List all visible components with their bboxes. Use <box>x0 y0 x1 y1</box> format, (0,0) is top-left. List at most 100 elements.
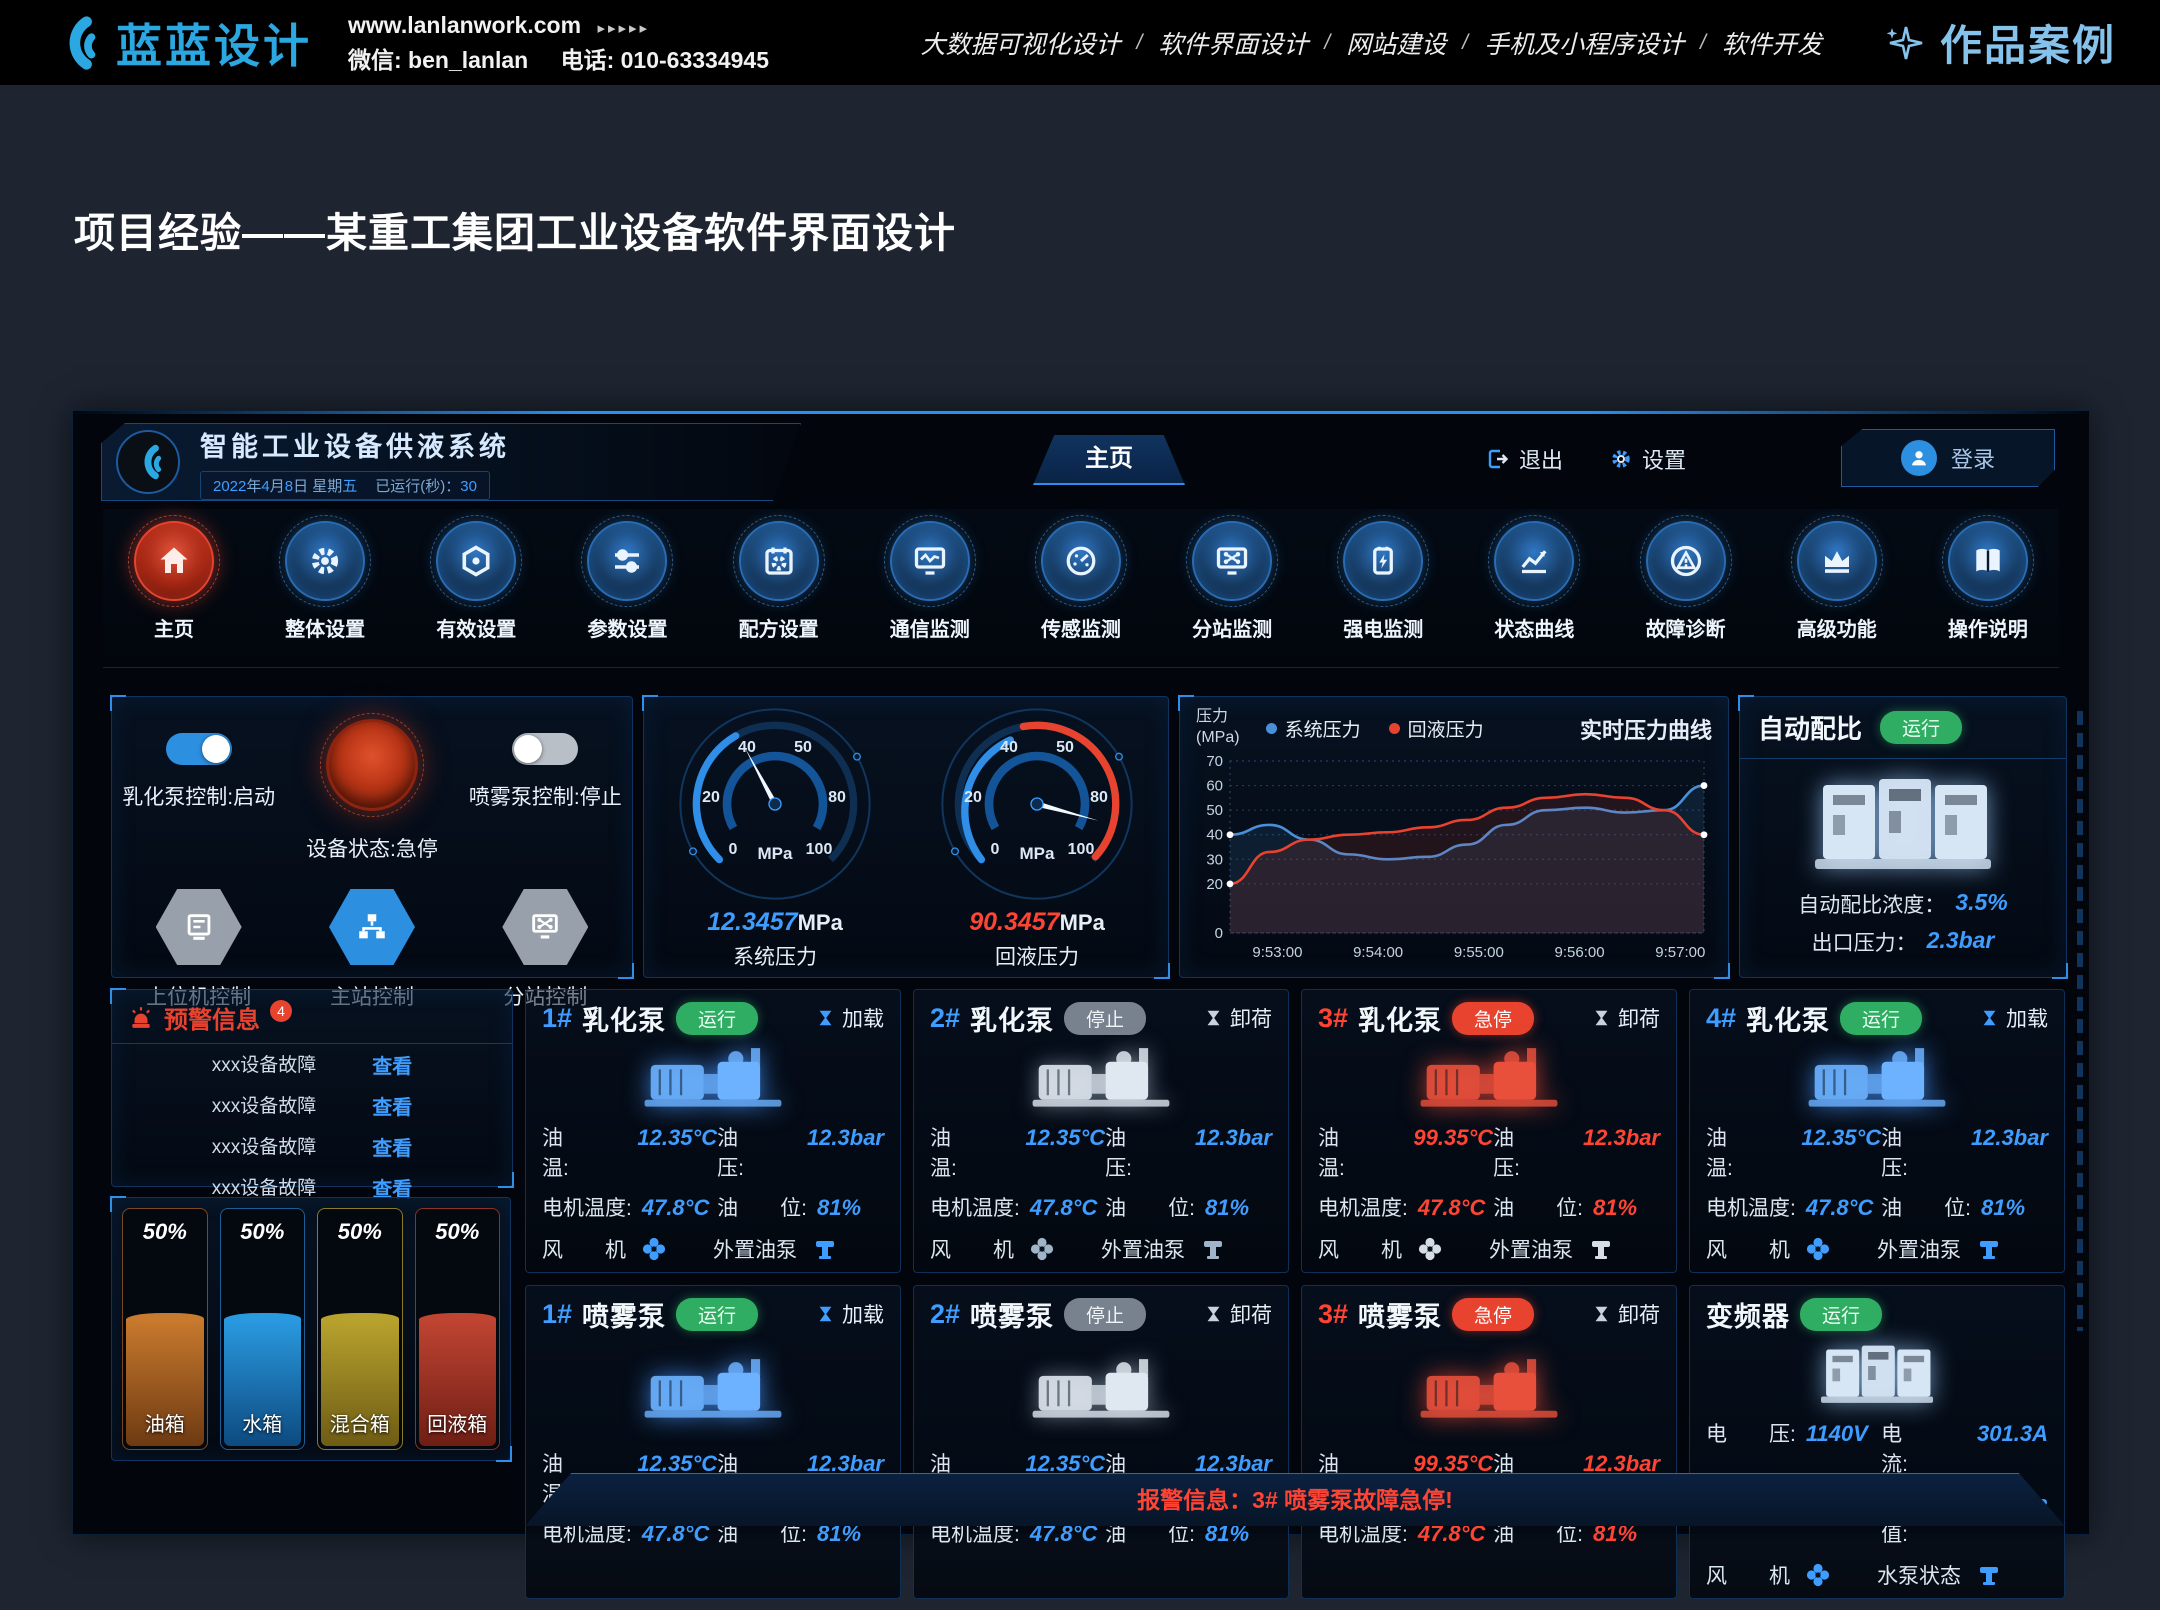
settings-button[interactable]: 设置 <box>1609 443 1686 475</box>
motor-temp-value: 47.8°C <box>1030 1195 1098 1221</box>
unload-button[interactable]: 卸荷 <box>1205 1003 1272 1033</box>
nav-link-dev[interactable]: 软件开发 <box>1722 25 1822 61</box>
menu-item-overall-settings[interactable]: 整体设置 <box>254 509 396 667</box>
menu-item-status-curve[interactable]: 状态曲线 <box>1463 509 1605 667</box>
alerts-count-badge: 4 <box>270 1000 292 1022</box>
pump-card-3-emulsion: 3# 乳化泵 急停 卸荷 油 温:99.35°C 油 压:12.3bar 电机温… <box>1301 989 1677 1273</box>
svg-text:30: 30 <box>1206 851 1223 868</box>
view-link[interactable]: 查看 <box>372 1132 412 1161</box>
status-badge: 急停 <box>1452 1002 1534 1035</box>
gauge-unit: MPa <box>758 844 793 864</box>
oil-press-value: 12.3bar <box>1195 1125 1272 1151</box>
gear-icon <box>285 521 365 601</box>
emergency-stop-button[interactable] <box>326 719 418 811</box>
auto-ratio-title: 自动配比 <box>1758 709 1862 746</box>
hourglass-icon <box>1205 1304 1222 1324</box>
current-value: 301.3A <box>1977 1421 2048 1447</box>
legend-system-pressure[interactable]: 系统压力 <box>1266 715 1361 742</box>
motor-temp-value: 47.8°C <box>1806 1195 1874 1221</box>
nav-link-website[interactable]: 网站建设 <box>1346 25 1446 61</box>
master-station-button[interactable] <box>329 889 415 965</box>
load-button[interactable]: 加载 <box>1981 1003 2048 1033</box>
menu-item-power-monitor[interactable]: 强电监测 <box>1312 509 1454 667</box>
site-contact: www.lanlanwork.com ▸▸▸▸▸ 微信: ben_lanlan … <box>348 8 795 77</box>
site-phone: 电话: 010-63334945 <box>561 47 769 73</box>
gauge-tick: 40 <box>738 739 756 757</box>
control-panel: 乳化泵控制:启动 设备状态:急停 喷雾泵控制:停止 上位机控制 <box>111 696 633 978</box>
host-control-button[interactable] <box>156 889 242 965</box>
svg-text:70: 70 <box>1206 753 1223 770</box>
emulsion-pump-toggle-label: 乳化泵控制:启动 <box>114 781 284 811</box>
system-pressure-gauge: 0 20 40 50 80 100 MPa 12.3457MPa 系统压力 <box>655 704 895 971</box>
menu-item-home[interactable]: 主页 <box>103 509 245 667</box>
ext-pump-icon <box>1201 1237 1225 1261</box>
unload-button[interactable]: 卸荷 <box>1593 1003 1660 1033</box>
gauge-tick: 0 <box>991 841 1000 859</box>
load-button[interactable]: 加载 <box>817 1003 884 1033</box>
avatar <box>1901 440 1937 476</box>
nav-link-bigdata[interactable]: 大数据可视化设计 <box>921 25 1121 61</box>
substation-button[interactable] <box>502 889 588 965</box>
gear-icon <box>1609 447 1633 471</box>
unload-button[interactable]: 卸荷 <box>1593 1299 1660 1329</box>
hourglass-icon <box>1593 1008 1610 1028</box>
status-badge: 急停 <box>1452 1298 1534 1331</box>
login-button[interactable]: 登录 <box>1841 429 2055 487</box>
lanlan-logo-icon <box>128 442 168 482</box>
menu-item-advanced[interactable]: 高级功能 <box>1766 509 1908 667</box>
scrollbar-decoration[interactable] <box>2077 711 2083 1331</box>
lanlan-logo-icon <box>44 12 106 74</box>
inverter-card: 变频器 运行 电 压:1140V 电 流:301.3A 频 率:45HZ 压 力… <box>1689 1285 2065 1599</box>
menu-item-valid-settings[interactable]: 有效设置 <box>405 509 547 667</box>
page-title: 项目经验——某重工集团工业设备软件界面设计 <box>74 199 956 259</box>
menu-item-substation-monitor[interactable]: 分站监测 <box>1161 509 1303 667</box>
voltage-value: 1140V <box>1806 1421 1868 1447</box>
auto-ratio-panel: 自动配比 运行 自动配比浓度：3.5% 出口压力：2.3bar <box>1739 696 2067 978</box>
menu-item-comm-monitor[interactable]: 通信监测 <box>859 509 1001 667</box>
logout-button[interactable]: 退出 <box>1486 443 1563 475</box>
tank-label: 油箱 <box>123 1408 207 1437</box>
site-logo[interactable]: 蓝蓝设计 <box>44 10 312 76</box>
tank-percent: 50% <box>123 1219 207 1245</box>
menu-item-manual[interactable]: 操作说明 <box>1917 509 2059 667</box>
water-pump-icon <box>1977 1563 2001 1587</box>
pump-machine-image <box>930 1038 1272 1116</box>
alarm-bar: 报警信息：3# 喷雾泵故障急停! <box>525 1473 2065 1526</box>
site-logo-text: 蓝蓝设计 <box>116 10 312 76</box>
hourglass-icon <box>817 1304 834 1324</box>
nav-link-software-ui[interactable]: 软件界面设计 <box>1158 25 1308 61</box>
load-button[interactable]: 加载 <box>817 1299 884 1329</box>
hourglass-icon <box>817 1008 834 1028</box>
oil-press-value: 12.3bar <box>807 1125 884 1151</box>
menu-item-sensor-monitor[interactable]: 传感监测 <box>1010 509 1152 667</box>
menu-item-fault-diagnosis[interactable]: 故障诊断 <box>1615 509 1757 667</box>
nav-link-mobile[interactable]: 手机及小程序设计 <box>1484 25 1684 61</box>
menu-item-parameter-settings[interactable]: 参数设置 <box>556 509 698 667</box>
oil-level-value: 81% <box>1205 1195 1249 1221</box>
site-url[interactable]: www.lanlanwork.com <box>348 12 581 38</box>
mix-tank: 50% 混合箱 <box>317 1208 403 1450</box>
pump-card-2-spray: 2# 喷雾泵 停止 卸荷 油 温:12.35°C 油 压:12.3bar 电机温… <box>913 1285 1289 1599</box>
pump-machine-image <box>542 1038 884 1116</box>
pump-card-4-emulsion: 4# 乳化泵 运行 加载 油 温:12.35°C 油 压:12.3bar 电机温… <box>1689 989 2065 1273</box>
svg-text:50: 50 <box>1206 802 1223 819</box>
unload-button[interactable]: 卸荷 <box>1205 1299 1272 1329</box>
view-link[interactable]: 查看 <box>372 1050 412 1079</box>
legend-return-pressure[interactable]: 回液压力 <box>1389 715 1484 742</box>
cases-button[interactable]: 作品案例 <box>1882 12 2116 73</box>
pressure-chart-panel: 压力(MPa) 系统压力 回液压力 实时压力曲线 02030405060709:… <box>1179 696 1729 978</box>
spray-pump-toggle[interactable] <box>512 733 578 765</box>
menu-item-recipe-settings[interactable]: 配方设置 <box>708 509 850 667</box>
auto-ratio-concentration: 自动配比浓度：3.5% <box>1740 889 2066 919</box>
pump-card-2-emulsion: 2# 乳化泵 停止 卸荷 油 温:12.35°C 油 压:12.3bar 电机温… <box>913 989 1289 1273</box>
emulsion-pump-toggle[interactable] <box>166 733 232 765</box>
motor-temp-value: 47.8°C <box>642 1195 710 1221</box>
view-link[interactable]: 查看 <box>372 1091 412 1120</box>
tab-home[interactable]: 主页 <box>1033 435 1185 485</box>
svg-text:20: 20 <box>1206 875 1223 892</box>
gauge-tick: 50 <box>794 739 812 757</box>
status-badge: 运行 <box>676 1298 758 1331</box>
ext-pump-icon <box>813 1237 837 1261</box>
crown-icon <box>1797 521 1877 601</box>
svg-text:0: 0 <box>1215 925 1223 942</box>
